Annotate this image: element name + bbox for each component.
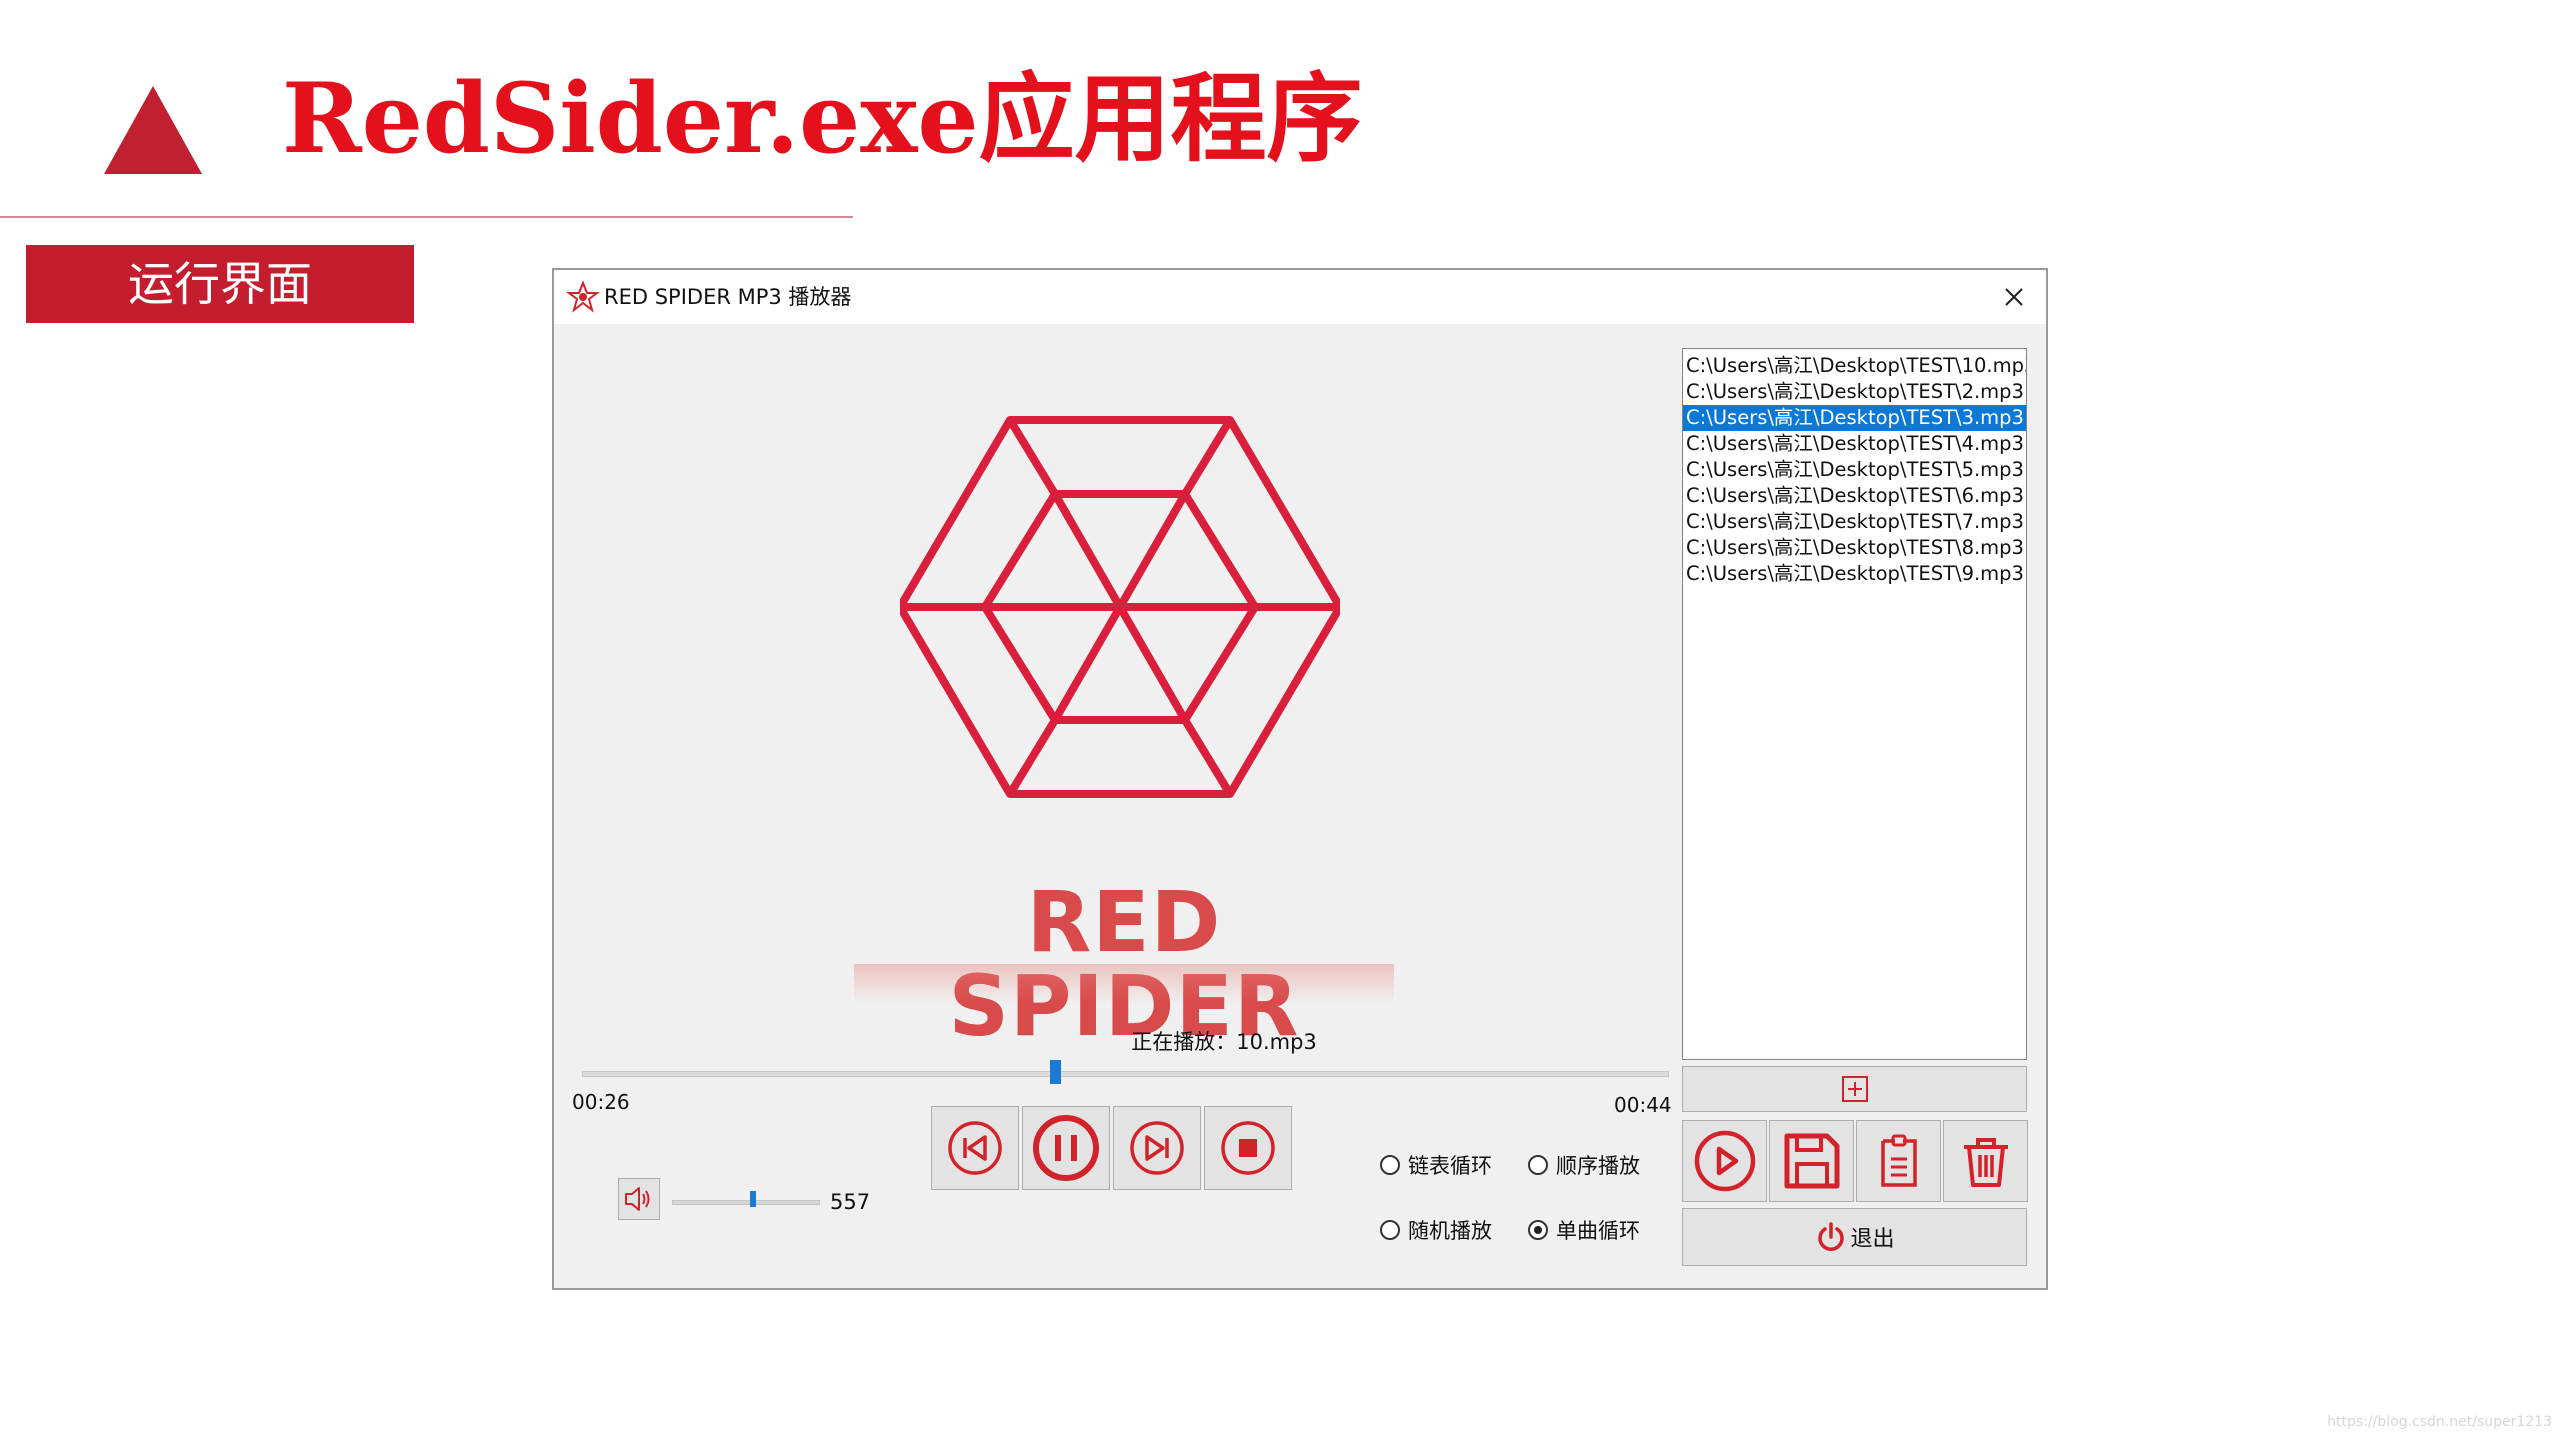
add-box-icon: [1841, 1076, 1868, 1102]
playlist-item[interactable]: C:\Users\高江\Desktop\TEST\2.mp3: [1683, 379, 2026, 405]
triangle-bullet-icon: [104, 86, 202, 174]
close-icon[interactable]: [1996, 279, 2032, 315]
skip-next-icon: [1130, 1121, 1184, 1175]
section-tag: 运行界面: [26, 245, 414, 323]
mode-label: 随机播放: [1408, 1219, 1492, 1243]
mode-label: 链表循环: [1408, 1154, 1492, 1178]
radio-button[interactable]: [1528, 1155, 1548, 1175]
save-playlist-button[interactable]: [1769, 1120, 1854, 1202]
playlist-item[interactable]: C:\Users\高江\Desktop\TEST\8.mp3: [1683, 535, 2026, 561]
save-icon: [1784, 1133, 1839, 1189]
previous-button[interactable]: [931, 1106, 1019, 1190]
stop-button[interactable]: [1204, 1106, 1292, 1190]
progress-thumb[interactable]: [1050, 1060, 1062, 1084]
slide-title: RedSider.exe应用程序: [282, 62, 1363, 175]
spider-app-icon: [566, 280, 600, 313]
progress-slider[interactable]: [582, 1071, 1669, 1077]
play-selected-button[interactable]: [1682, 1120, 1767, 1202]
mode-shuffle[interactable]: 随机播放: [1380, 1215, 1492, 1245]
trash-icon: [1963, 1138, 2008, 1187]
stop-icon: [1221, 1121, 1275, 1175]
playlist-item[interactable]: C:\Users\高江\Desktop\TEST\7.mp3: [1683, 509, 2026, 535]
add-files-button[interactable]: [1682, 1066, 2027, 1112]
now-playing-label: 正在播放：10.mp3: [1131, 1030, 1317, 1054]
mode-list-loop[interactable]: 链表循环: [1380, 1150, 1492, 1180]
exit-button[interactable]: 退出: [1682, 1208, 2027, 1266]
play-circle-icon: [1694, 1130, 1755, 1192]
exit-label: 退出: [1850, 1227, 1895, 1252]
playlist-item[interactable]: C:\Users\高江\Desktop\TEST\10.mp3: [1683, 353, 2026, 379]
window-title: RED SPIDER MP3 播放器: [604, 285, 852, 309]
power-icon: [1818, 1222, 1845, 1251]
total-time: 00:44: [1614, 1093, 1672, 1117]
mode-sequential[interactable]: 顺序播放: [1528, 1150, 1640, 1180]
playlist-item[interactable]: C:\Users\高江\Desktop\TEST\5.mp3: [1683, 457, 2026, 483]
next-button[interactable]: [1113, 1106, 1201, 1190]
red-spider-logo: [900, 416, 1340, 798]
document-list-icon: [1880, 1134, 1917, 1187]
playlist-item[interactable]: C:\Users\高江\Desktop\TEST\6.mp3: [1683, 483, 2026, 509]
radio-button[interactable]: [1380, 1220, 1400, 1240]
playlist-item[interactable]: C:\Users\高江\Desktop\TEST\9.mp3: [1683, 561, 2026, 587]
radio-button[interactable]: [1380, 1155, 1400, 1175]
slide: RedSider.exe应用程序 运行界面 RED SPIDER MP3 播放器: [0, 0, 2560, 1440]
skip-previous-icon: [948, 1121, 1002, 1175]
mode-label: 单曲循环: [1556, 1219, 1640, 1243]
title-bar: RED SPIDER MP3 播放器: [554, 270, 2046, 324]
delete-button[interactable]: [1943, 1120, 2028, 1202]
current-time: 00:26: [572, 1090, 630, 1114]
volume-thumb[interactable]: [750, 1191, 757, 1207]
volume-value: 557: [830, 1190, 871, 1214]
speaker-icon: [625, 1187, 650, 1211]
volume-slider[interactable]: [672, 1200, 820, 1205]
player-window: RED SPIDER MP3 播放器 RED SPIDER 正在播放：10.mp…: [552, 268, 2048, 1290]
mode-label: 顺序播放: [1556, 1154, 1640, 1178]
pause-icon: [1033, 1115, 1099, 1181]
pause-button[interactable]: [1022, 1106, 1110, 1190]
mode-single-loop[interactable]: 单曲循环: [1528, 1215, 1640, 1245]
radio-button[interactable]: [1528, 1220, 1548, 1240]
title-divider: [0, 216, 853, 218]
playlist-item[interactable]: C:\Users\高江\Desktop\TEST\3.mp3: [1683, 405, 2026, 431]
load-playlist-button[interactable]: [1856, 1120, 1941, 1202]
brand-reflection: [854, 964, 1394, 1004]
volume-button[interactable]: [618, 1178, 660, 1220]
playlist-item[interactable]: C:\Users\高江\Desktop\TEST\4.mp3: [1683, 431, 2026, 457]
playlist[interactable]: C:\Users\高江\Desktop\TEST\10.mp3 C:\Users…: [1682, 348, 2027, 1060]
watermark: https://blog.csdn.net/super1213: [2327, 1414, 2552, 1430]
playback-controls: [931, 1106, 1292, 1190]
